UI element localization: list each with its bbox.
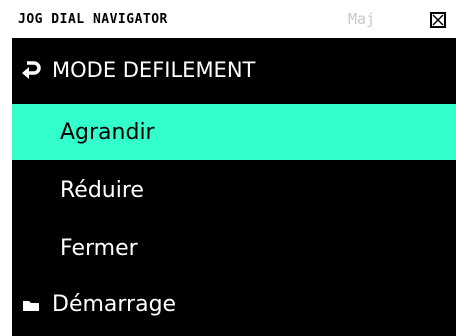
- menu-item-fermer[interactable]: Fermer: [12, 220, 456, 276]
- menu-item-reduire[interactable]: Réduire: [12, 162, 456, 218]
- menu-item-agrandir[interactable]: Agrandir: [12, 104, 456, 160]
- mode-label: MODE DEFILEMENT: [52, 58, 256, 82]
- menu-item-label: Démarrage: [52, 291, 177, 317]
- window-title: JOG DIAL NAVIGATOR: [18, 12, 168, 27]
- shift-indicator: Maj: [348, 10, 376, 28]
- menu-item-label: Fermer: [60, 235, 138, 261]
- mode-row: MODE DEFILEMENT: [12, 48, 456, 92]
- folder-icon: [22, 297, 40, 311]
- jog-dial-window: JOG DIAL NAVIGATOR Maj MODE DEFILEMENT A…: [12, 4, 456, 336]
- menu-item-label: Réduire: [60, 177, 144, 203]
- close-icon[interactable]: [430, 12, 446, 28]
- return-arrow-icon: [20, 59, 42, 81]
- menu-item-label: Agrandir: [60, 119, 155, 145]
- menu-item-demarrage[interactable]: Démarrage: [12, 276, 456, 332]
- title-bar: JOG DIAL NAVIGATOR Maj: [12, 4, 456, 39]
